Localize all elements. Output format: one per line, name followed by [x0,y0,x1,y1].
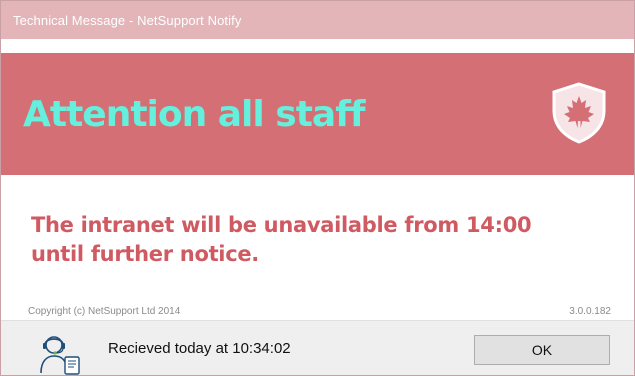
footer-bar: Recieved today at 10:34:02 OK [1,320,634,375]
notify-window: Technical Message - NetSupport Notify At… [0,0,635,376]
banner-title: Attention all staff [23,93,366,135]
message-text: The intranet will be unavailable from 14… [31,213,532,266]
title-bar[interactable]: Technical Message - NetSupport Notify [1,1,634,39]
received-timestamp: Recieved today at 10:34:02 [108,340,291,357]
shield-maple-leaf-icon [550,81,608,145]
window-title: Technical Message - NetSupport Notify [13,12,242,28]
copyright-text: Copyright (c) NetSupport Ltd 2014 [28,306,181,317]
support-agent-icon [39,331,83,375]
version-text: 3.0.0.182 [569,306,611,317]
banner: Attention all staff [1,53,634,175]
ok-button[interactable]: OK [474,335,610,365]
